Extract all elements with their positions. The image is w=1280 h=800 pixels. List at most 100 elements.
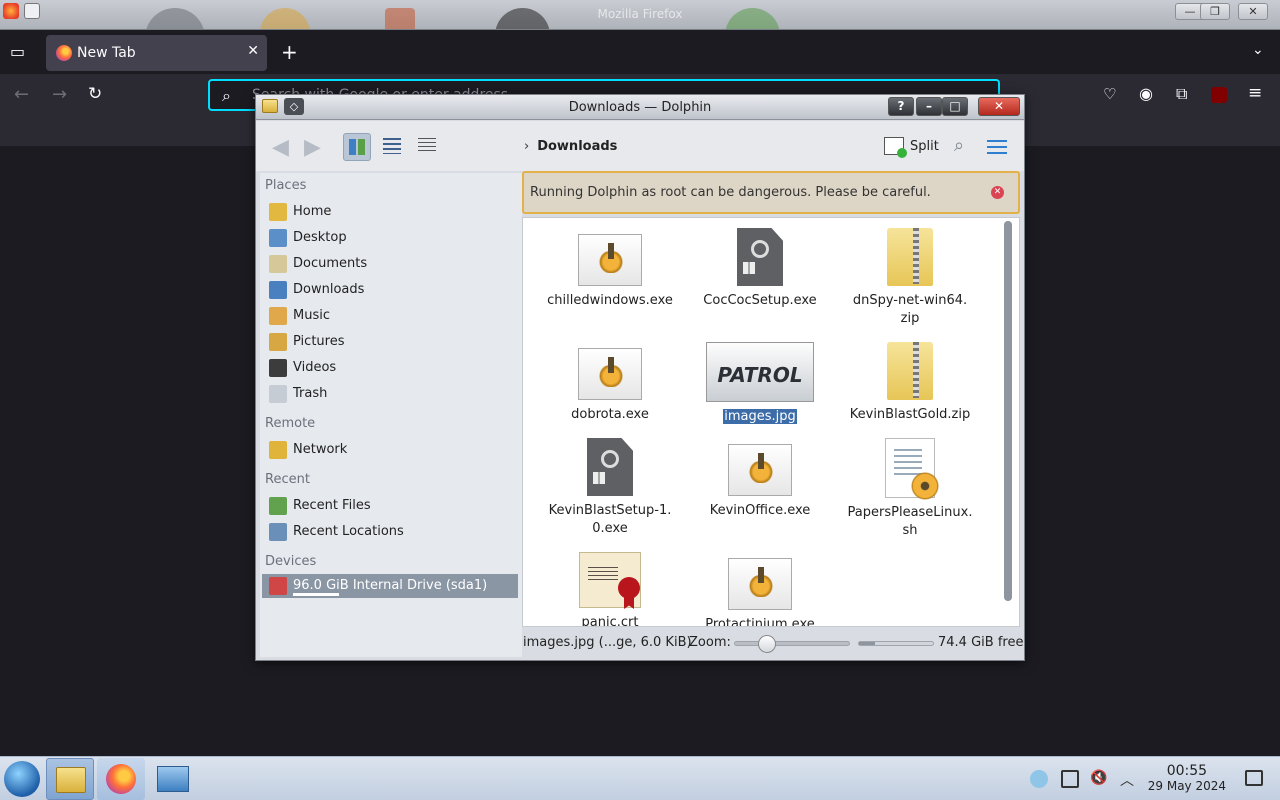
folder-icon [56, 767, 86, 793]
split-button[interactable]: Split [884, 135, 939, 159]
search-icon[interactable]: ⌕ [954, 135, 964, 156]
chevron-right-icon[interactable]: › [524, 139, 529, 154]
icons-view-button[interactable] [343, 133, 371, 161]
dolphin-toolbar: ◀ ▶ › Downloads Split ⌕ [256, 121, 1024, 171]
places-item-documents[interactable]: Documents [262, 252, 518, 276]
gear-icon [751, 240, 769, 258]
close-button[interactable]: ✕ [1238, 3, 1268, 20]
places-heading-recent: Recent [265, 472, 310, 487]
minimize-button[interactable]: – [916, 97, 942, 116]
places-item-network[interactable]: Network [262, 438, 518, 462]
taskbar: 🔇 ︿ 00:55 29 May 2024 [0, 756, 1280, 800]
file-name-text: PapersPleaseLinux. sh [847, 505, 973, 538]
file-name-text: KevinBlastSetup-1. 0.exe [548, 503, 672, 536]
new-tab-button[interactable]: + [281, 40, 298, 64]
places-item-trash[interactable]: Trash [262, 382, 518, 406]
close-warning-icon[interactable]: ✕ [991, 186, 1004, 199]
setup-file-icon [587, 438, 633, 496]
maximize-button[interactable]: □ [942, 97, 968, 116]
cert-file-icon [579, 552, 641, 608]
firefox-icon [106, 764, 136, 794]
executable-icon [595, 357, 627, 387]
places-item-recent-files[interactable]: Recent Files [262, 494, 518, 518]
volume-muted-icon[interactable]: 🔇 [1090, 770, 1108, 788]
places-item-pictures[interactable]: Pictures [262, 330, 518, 354]
taskbar-system-settings[interactable] [149, 758, 197, 800]
close-button[interactable]: ✕ [978, 97, 1020, 116]
file-item[interactable]: CocCocSetup.exe [685, 228, 835, 310]
file-view[interactable]: chilledwindows.exe CocCocSetup.exe dnSpy-n… [522, 217, 1020, 627]
executable-icon [595, 243, 627, 273]
file-name: images.jpg [685, 408, 835, 426]
clock[interactable]: 00:55 29 May 2024 [1148, 763, 1226, 793]
reload-icon[interactable]: ↻ [88, 84, 102, 104]
desktop-icon [269, 229, 287, 247]
places-item-label: Network [293, 442, 348, 457]
pocket-icon[interactable]: ♡ [1103, 85, 1116, 103]
image-file-icon: PATROL [706, 342, 814, 402]
warning-text: Running Dolphin as root can be dangerous… [530, 185, 931, 200]
places-item-videos[interactable]: Videos [262, 356, 518, 380]
help-button[interactable]: ? [888, 97, 914, 116]
taskbar-dolphin[interactable] [46, 758, 94, 800]
places-item-96-0-gib-internal-drive-sda1[interactable]: 96.0 GiB Internal Drive (sda1) [262, 574, 518, 598]
tab-overview-icon[interactable]: ▭ [10, 42, 25, 61]
clipboard-tray-icon[interactable] [1061, 770, 1079, 788]
windows-logo-icon [593, 472, 605, 484]
start-menu-icon[interactable] [4, 761, 40, 797]
forward-icon[interactable]: → [52, 84, 67, 105]
file-item[interactable]: Protactinium.exe [685, 552, 835, 626]
scrollbar[interactable] [1004, 221, 1012, 601]
extensions-icon[interactable]: ⧉ [1176, 84, 1187, 104]
file-item[interactable]: KevinBlastGold.zip [835, 342, 985, 424]
seal-icon [618, 577, 640, 599]
file-item[interactable]: KevinBlastSetup-1. 0.exe [535, 438, 685, 538]
exe-file-icon [578, 234, 642, 286]
hamburger-menu-icon[interactable] [987, 140, 1007, 154]
tab-new-tab[interactable]: New Tab ✕ [46, 35, 267, 71]
clock-time: 00:55 [1166, 763, 1208, 779]
split-label: Split [910, 139, 939, 154]
app-menu-icon[interactable]: ≡ [1248, 83, 1262, 103]
zip-file-icon [887, 228, 933, 286]
account-icon[interactable]: ◉ [1139, 84, 1153, 103]
file-item[interactable]: KevinOffice.exe [685, 438, 835, 520]
show-desktop-icon[interactable] [1245, 770, 1263, 786]
taskbar-firefox[interactable] [97, 758, 145, 800]
places-item-recent-locations[interactable]: Recent Locations [262, 520, 518, 544]
places-item-desktop[interactable]: Desktop [262, 226, 518, 250]
file-item[interactable]: PapersPleaseLinux. sh [835, 438, 985, 540]
tab-close-icon[interactable]: ✕ [247, 43, 259, 59]
forward-icon[interactable]: ▶ [304, 135, 321, 160]
places-item-home[interactable]: Home [262, 200, 518, 224]
file-name-text: CocCocSetup.exe [703, 293, 817, 308]
scrollbar-thumb[interactable] [1004, 221, 1012, 601]
file-item[interactable]: panic.crt [535, 552, 685, 626]
breadcrumb[interactable]: › Downloads [524, 139, 617, 154]
split-icon [884, 137, 907, 158]
file-name: PapersPleaseLinux. sh [835, 504, 985, 540]
compact-view-button[interactable] [378, 133, 406, 161]
zoom-slider-handle[interactable] [758, 635, 776, 653]
file-item[interactable]: PATROL images.jpg [685, 342, 835, 426]
file-name: KevinBlastGold.zip [835, 406, 985, 424]
places-item-downloads[interactable]: Downloads [262, 278, 518, 302]
file-name: KevinBlastSetup-1. 0.exe [535, 502, 685, 538]
back-icon[interactable]: ◀ [272, 135, 289, 160]
zip-file-icon [887, 342, 933, 400]
image-thumb-text: PATROL [717, 363, 803, 387]
breadcrumb-downloads[interactable]: Downloads [537, 139, 617, 154]
chevron-up-icon[interactable]: ︿ [1120, 770, 1138, 789]
file-item[interactable]: dobrota.exe [535, 342, 685, 424]
zoom-slider[interactable] [734, 635, 850, 653]
back-icon[interactable]: ← [14, 84, 29, 105]
places-item-music[interactable]: Music [262, 304, 518, 328]
network-tray-icon[interactable] [1030, 770, 1048, 788]
list-tabs-icon[interactable]: ⌄ [1252, 42, 1264, 58]
windows-logo-icon [743, 262, 755, 274]
details-view-button[interactable] [413, 133, 441, 161]
file-item[interactable]: dnSpy-net-win64. zip [835, 228, 985, 328]
file-item[interactable]: chilledwindows.exe [535, 228, 685, 310]
ublock-icon[interactable] [1211, 87, 1227, 103]
maximize-button[interactable]: ❐ [1200, 3, 1230, 20]
